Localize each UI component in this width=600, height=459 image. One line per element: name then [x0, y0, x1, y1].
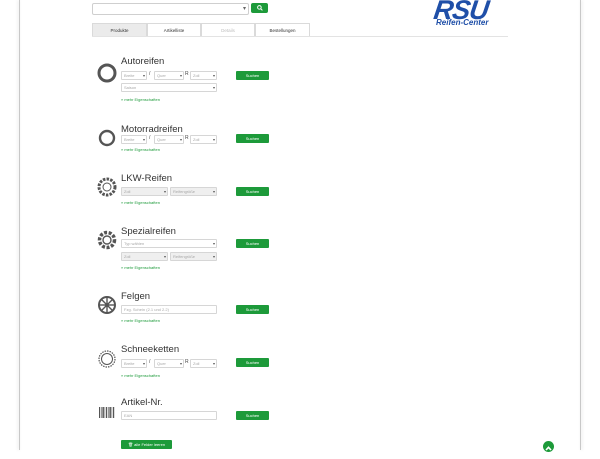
chevron-down-icon: ▾: [142, 137, 145, 142]
search-button[interactable]: Suchen: [236, 71, 269, 80]
breite-select[interactable]: Breite ▾: [121, 71, 147, 80]
tab-produkte[interactable]: Produkte: [92, 23, 147, 36]
separator-slash: /: [149, 359, 151, 365]
tab-divider: [92, 36, 508, 37]
more-properties-link[interactable]: » mehr Eigenschaften: [121, 200, 160, 205]
quer-select[interactable]: Quer ▾: [154, 71, 184, 80]
fahrzeugschein-input[interactable]: Fzg. Schein (2.1 und 2.2): [121, 305, 217, 314]
reifengroesse-placeholder: Reifengröße: [173, 254, 196, 259]
breite-placeholder: Breite: [124, 137, 135, 142]
chevron-down-icon: ▾: [163, 254, 166, 259]
rsu-logo[interactable]: RSU Reifen-Center: [432, 0, 508, 31]
trash-icon: 🗑: [127, 442, 134, 447]
search-icon: [256, 5, 263, 11]
section-title: Motorradreifen: [121, 124, 183, 135]
logo-sub-text: Reifen-Center: [436, 18, 489, 27]
chevron-down-icon: ▾: [179, 73, 182, 78]
quer-placeholder: Quer: [157, 137, 166, 142]
more-properties-link[interactable]: » mehr Eigenschaften: [121, 147, 160, 152]
quer-select[interactable]: Quer ▾: [154, 359, 184, 368]
more-properties-link[interactable]: » mehr Eigenschaften: [121, 265, 160, 270]
page-frame-left: [19, 0, 20, 450]
rim-icon: [98, 296, 116, 314]
chevron-down-icon: ▾: [212, 137, 215, 142]
separator-slash: /: [149, 71, 151, 77]
quer-select[interactable]: Quer ▾: [154, 135, 184, 144]
section-title: Spezialreifen: [121, 226, 176, 237]
chevron-down-icon: ▾: [163, 189, 166, 194]
gear-icon: [97, 230, 117, 250]
zoll-placeholder: Zoll: [193, 137, 200, 142]
separator-r: R: [185, 71, 189, 77]
zoll-placeholder: Zoll: [193, 361, 200, 366]
chevron-down-icon: ▾: [142, 73, 145, 78]
saison-placeholder: Saison: [124, 85, 137, 90]
global-search-select[interactable]: ▾: [92, 3, 249, 15]
ean-input[interactable]: EAN: [121, 411, 217, 420]
tab-details[interactable]: Details: [201, 23, 255, 36]
quer-placeholder: Quer: [157, 73, 166, 78]
barcode-icon: [99, 407, 115, 418]
tab-bestellungen[interactable]: Bestellungen: [255, 23, 310, 36]
search-button[interactable]: Suchen: [236, 358, 269, 367]
tab-artikelliste[interactable]: Artikelliste: [147, 23, 201, 36]
tire-icon: [97, 63, 117, 83]
search-button[interactable]: Suchen: [236, 134, 269, 143]
search-button[interactable]: Suchen: [236, 239, 269, 248]
separator-r: R: [185, 135, 189, 141]
section-title: Autoreifen: [121, 56, 165, 67]
zoll-select[interactable]: Zoll ▾: [190, 71, 217, 80]
breite-select[interactable]: Breite ▾: [121, 359, 147, 368]
chevron-down-icon: ▾: [179, 361, 182, 366]
zoll-placeholder: Zoll: [124, 254, 131, 259]
breite-select[interactable]: Breite ▾: [121, 135, 147, 144]
section-title: Artikel-Nr.: [121, 397, 163, 408]
section-title: LKW-Reifen: [121, 173, 173, 184]
chevron-down-icon: ▾: [212, 189, 215, 194]
breite-placeholder: Breite: [124, 73, 135, 78]
back-to-top-button[interactable]: [543, 441, 554, 452]
typ-select[interactable]: Typ wählen ▾: [121, 239, 217, 248]
search-button[interactable]: Suchen: [236, 411, 269, 420]
more-properties-link[interactable]: » mehr Eigenschaften: [121, 318, 160, 323]
chevron-down-icon: ▾: [212, 73, 215, 78]
page-frame-right: [580, 0, 581, 450]
typ-placeholder: Typ wählen: [124, 241, 145, 246]
tire-icon: [98, 129, 116, 147]
chevron-down-icon: ▾: [212, 241, 215, 246]
more-properties-link[interactable]: » mehr Eigenschaften: [121, 373, 160, 378]
chevron-down-icon: ▾: [179, 137, 182, 142]
zoll-select[interactable]: Zoll ▾: [121, 252, 168, 261]
snow-chain-icon: [98, 350, 116, 368]
chevron-down-icon: ▾: [242, 6, 246, 12]
separator-r: R: [185, 359, 189, 365]
zoll-select[interactable]: Zoll ▾: [190, 359, 217, 368]
chevron-down-icon: ▾: [142, 361, 145, 366]
breite-placeholder: Breite: [124, 361, 135, 366]
zoll-placeholder: Zoll: [124, 189, 131, 194]
saison-select[interactable]: Saison ▾: [121, 83, 217, 92]
zoll-placeholder: Zoll: [193, 73, 200, 78]
reifengroesse-select[interactable]: Reifengröße ▾: [170, 252, 217, 261]
chevron-up-icon: [545, 446, 552, 451]
chevron-down-icon: ▾: [212, 254, 215, 259]
chevron-down-icon: ▾: [212, 85, 215, 90]
section-title: Schneeketten: [121, 344, 180, 355]
chevron-down-icon: ▾: [212, 361, 215, 366]
reifengroesse-select[interactable]: Reifengröße ▾: [170, 187, 217, 196]
clear-all-label: alle Felder leeren: [134, 442, 166, 447]
reifengroesse-placeholder: Reifengröße: [173, 189, 196, 194]
more-properties-link[interactable]: » mehr Eigenschaften: [121, 97, 160, 102]
zoll-select[interactable]: Zoll ▾: [190, 135, 217, 144]
quer-placeholder: Quer: [157, 361, 166, 366]
search-button[interactable]: Suchen: [236, 187, 269, 196]
search-button[interactable]: Suchen: [236, 305, 269, 314]
section-title: Felgen: [121, 291, 151, 302]
zoll-select[interactable]: Zoll ▾: [121, 187, 168, 196]
truck-tire-icon: [97, 177, 117, 197]
separator-slash: /: [149, 135, 151, 141]
clear-all-fields-button[interactable]: 🗑 alle Felder leeren: [121, 440, 172, 449]
global-search-button[interactable]: [251, 3, 268, 13]
